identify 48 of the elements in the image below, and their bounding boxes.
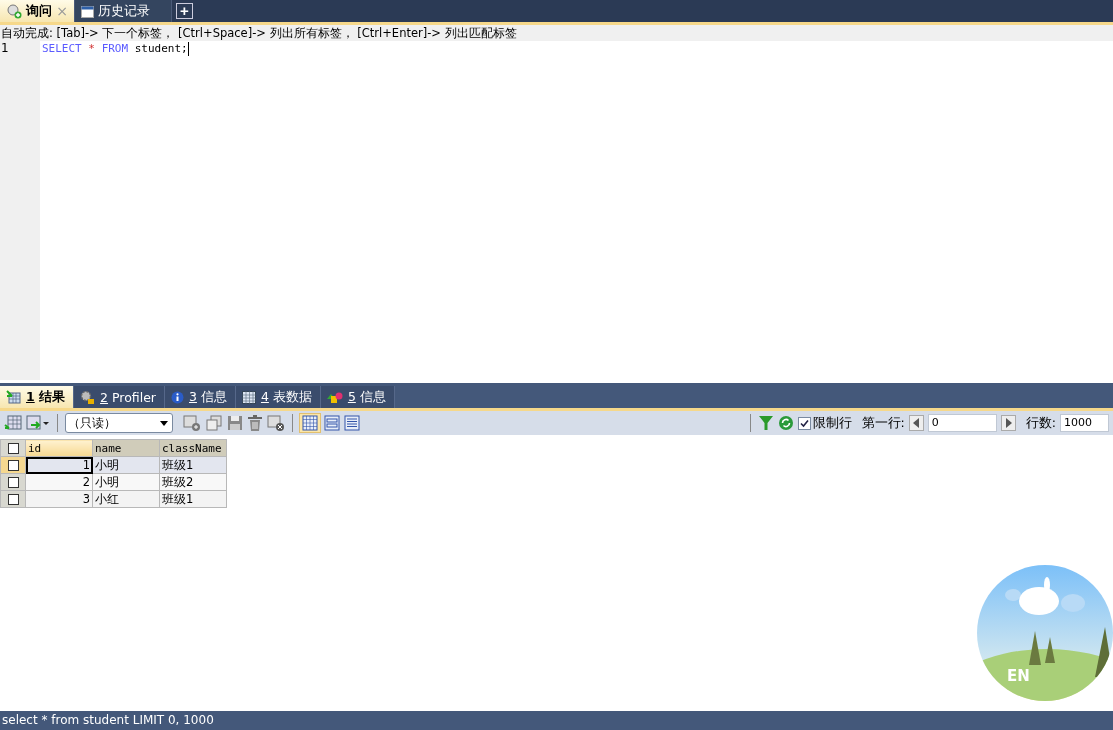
code-line: SELECT * FROM student; (42, 41, 189, 57)
shapes-icon (326, 390, 343, 404)
grid-icon (6, 390, 21, 404)
column-header[interactable]: name (92, 439, 160, 457)
new-tab-button[interactable]: + (176, 3, 193, 19)
checkmark-icon (799, 418, 809, 428)
row-count-field[interactable]: 1000 (1060, 414, 1109, 432)
previous-icon[interactable] (908, 415, 924, 431)
first-row-field[interactable]: 0 (927, 414, 997, 432)
trash-icon[interactable] (247, 414, 263, 432)
calendar-icon (81, 4, 94, 18)
row-checkbox[interactable] (7, 494, 19, 505)
export-icon[interactable] (26, 415, 50, 431)
add-row-icon[interactable] (183, 415, 201, 431)
autocomplete-hint: 自动完成: [Tab]-> 下一个标签， [Ctrl+Space]-> 列出所有标签， [Ctrl+Enter]-> 列出匹配标签 (0, 25, 1113, 41)
line-number: 1 (0, 41, 9, 55)
refresh-icon[interactable] (777, 415, 794, 431)
row-checkbox[interactable] (7, 477, 19, 488)
duplicate-icon[interactable] (205, 415, 223, 431)
text-view-icon[interactable] (344, 415, 360, 431)
query-icon (6, 3, 22, 19)
result-tab[interactable]: 3 信息 (165, 386, 236, 408)
mode-dropdown[interactable]: （只读） (65, 413, 173, 433)
row-checkbox[interactable] (7, 460, 19, 471)
first-row-label: 第一行: (861, 414, 905, 432)
filter-icon[interactable] (757, 415, 774, 431)
result-tab[interactable]: 2 Profiler (74, 386, 165, 408)
column-header[interactable]: className (159, 439, 227, 457)
query-tab[interactable]: 询问 × (0, 0, 75, 22)
table-icon (241, 390, 256, 404)
caret-icon (160, 420, 168, 426)
limit-rows-checkbox[interactable]: 限制行 (797, 414, 852, 432)
query-tab[interactable]: 历史记录 (75, 0, 172, 22)
next-icon[interactable] (1000, 415, 1016, 431)
result-tab[interactable]: 1 结果 (0, 386, 75, 408)
status-bar: select * from student LIMIT 0, 1000 (0, 711, 1113, 730)
grid-add-icon[interactable] (4, 415, 22, 431)
form-view-icon[interactable] (324, 415, 340, 431)
row-count-label: 行数: (1025, 414, 1056, 432)
save-icon[interactable] (227, 415, 243, 431)
info-icon (171, 390, 184, 404)
column-header[interactable]: id (25, 439, 93, 457)
gear-icon (80, 389, 96, 405)
result-tab[interactable]: 4 表数据 (235, 386, 321, 408)
result-tab[interactable]: 5 信息 (320, 386, 395, 408)
grid-view-icon[interactable] (300, 414, 320, 432)
delete-grid-icon[interactable] (267, 414, 285, 432)
select-all-checkbox[interactable] (7, 443, 19, 454)
